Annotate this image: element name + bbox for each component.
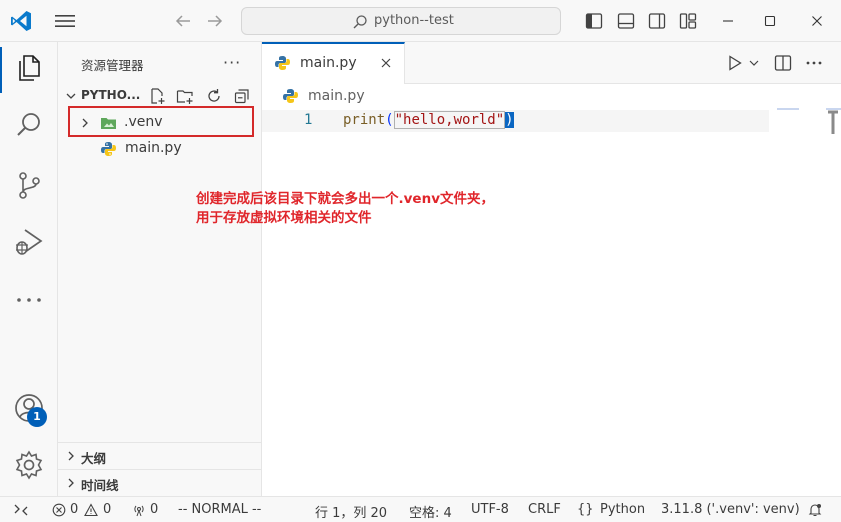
code-line[interactable]: 1 print("hello,world") [262, 110, 769, 132]
toggle-panel-icon[interactable] [616, 11, 636, 31]
workspace-folder-header[interactable]: PYTHO... [58, 85, 261, 107]
outline-section-header[interactable]: 大纲 [58, 442, 261, 468]
settings-gear-icon[interactable] [12, 448, 46, 482]
close-tab-icon[interactable] [379, 56, 393, 70]
run-debug-icon[interactable] [12, 225, 46, 259]
editor-tabs: main.py [262, 42, 841, 84]
tab-main-py[interactable]: main.py [262, 42, 405, 84]
more-icon[interactable] [12, 283, 46, 317]
command-center-search[interactable]: python--test [241, 7, 561, 35]
vim-mode[interactable]: -- NORMAL -- [178, 502, 261, 517]
search-icon[interactable] [12, 108, 46, 142]
menu-icon[interactable] [54, 12, 76, 30]
maximize-icon[interactable] [760, 11, 780, 31]
tree-item-label: main.py [125, 140, 182, 156]
new-file-icon[interactable] [148, 87, 166, 105]
search-icon [353, 15, 367, 29]
account-badge: 1 [27, 407, 47, 427]
toggle-secondary-sidebar-icon[interactable] [647, 11, 667, 31]
ports-broadcast-icon [134, 505, 144, 517]
explorer-more-button[interactable]: ··· [223, 53, 241, 72]
annotation-line-2: 用于存放虚拟环境相关的文件 [196, 210, 372, 226]
outline-label: 大纲 [81, 451, 107, 466]
language-braces[interactable]: {} [577, 502, 594, 517]
encoding[interactable]: UTF-8 [471, 502, 509, 517]
notifications-bell-icon[interactable] [808, 503, 822, 517]
minimap-line [777, 108, 799, 110]
python-interpreter[interactable]: 3.11.8 ('.venv': venv) [661, 502, 800, 517]
code-string: "hello,world" [393, 111, 506, 129]
annotation-text: 创建完成后该目录下就会多出一个.venv文件夹， 用于存放虚拟环境相关的文件 [196, 190, 536, 228]
run-python-icon[interactable] [725, 53, 745, 73]
chevron-down-icon [66, 93, 76, 99]
timeline-label: 时间线 [81, 478, 119, 493]
editor-more-actions-icon[interactable] [804, 53, 824, 73]
language-mode[interactable]: Python [600, 502, 645, 517]
search-text: python--test [374, 13, 454, 28]
cursor-position[interactable]: 行 1，列 20 [315, 502, 387, 521]
python-file-icon [275, 56, 290, 70]
workspace-folder-name: PYTHO... [81, 88, 141, 102]
title-bar: python--test [0, 0, 841, 42]
minimap-slider[interactable] [826, 108, 841, 136]
tab-label: main.py [300, 55, 357, 71]
tree-item-main-py[interactable]: main.py [58, 138, 261, 160]
close-icon[interactable] [807, 11, 827, 31]
explorer-title: 资源管理器 [81, 58, 144, 73]
code-function: print [343, 112, 386, 128]
chevron-right-icon [68, 478, 74, 488]
run-dropdown-chevron-icon[interactable] [747, 53, 761, 73]
timeline-section-header[interactable]: 时间线 [58, 469, 261, 495]
annotation-line-1: 创建完成后该目录下就会多出一个.venv文件夹， [196, 191, 494, 207]
remote-indicator[interactable] [0, 497, 42, 522]
active-indicator [0, 47, 2, 93]
activity-bar: 1 [0, 42, 58, 496]
line-ending[interactable]: CRLF [528, 502, 561, 517]
warning-icon [84, 503, 98, 517]
toggle-primary-sidebar-icon[interactable] [584, 11, 604, 31]
python-file-icon [101, 142, 116, 156]
remote-icon [14, 504, 28, 516]
error-icon [52, 503, 66, 517]
line-number: 1 [304, 112, 313, 128]
indentation[interactable]: 空格: 4 [409, 502, 452, 521]
ports-count[interactable]: 0 [150, 502, 158, 517]
arrow-right-icon[interactable] [204, 10, 226, 32]
minimize-icon[interactable] [718, 11, 738, 31]
split-editor-icon[interactable] [773, 53, 793, 73]
explorer-icon[interactable] [12, 51, 46, 85]
collapse-all-icon[interactable] [233, 87, 251, 105]
new-folder-icon[interactable] [176, 87, 194, 105]
arrow-left-icon[interactable] [172, 10, 194, 32]
venv-highlight-box [68, 106, 254, 137]
status-bar: 0 0 0 -- NORMAL -- 行 1，列 20 空格: 4 UTF-8 … [0, 496, 841, 522]
vscode-logo-icon [11, 11, 31, 31]
code-open-paren: ( [385, 112, 394, 128]
python-file-icon [283, 89, 298, 103]
breadcrumb-file: main.py [308, 88, 365, 104]
code-text: print("hello,world") [343, 111, 514, 129]
refresh-icon[interactable] [205, 87, 223, 105]
chevron-right-icon [68, 451, 74, 461]
error-count[interactable]: 0 [70, 502, 78, 517]
customize-layout-icon[interactable] [678, 11, 698, 31]
source-control-icon[interactable] [12, 168, 46, 202]
code-close-paren: ) [505, 112, 514, 128]
warning-count[interactable]: 0 [103, 502, 111, 517]
